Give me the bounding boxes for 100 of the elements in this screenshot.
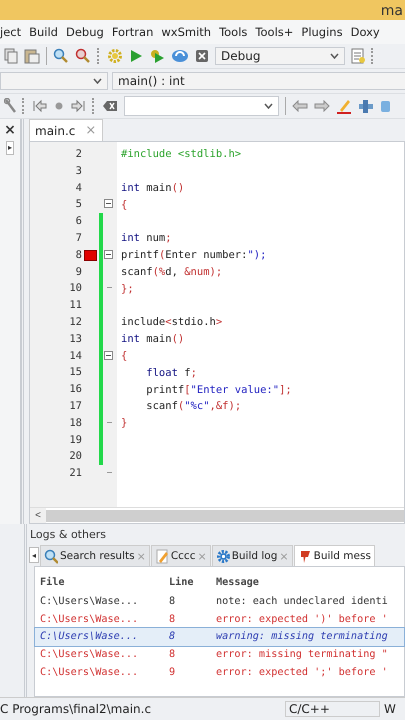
line-number: 6: [74, 214, 82, 230]
table-cell-text: C:\Users\Wase...: [39, 666, 140, 678]
scroll-left-button[interactable]: ◂: [29, 547, 39, 563]
caret-icon: [330, 53, 339, 59]
gear-icon: [216, 548, 230, 564]
line-number: 15: [68, 365, 82, 380]
code-line: include<stdio.h>: [120, 316, 222, 328]
build-target-dropdown[interactable]: Debug: [215, 47, 345, 65]
caret-icon: [93, 78, 102, 84]
build-run-icon[interactable]: [149, 48, 165, 64]
code-line: }: [120, 417, 128, 430]
line-number: 9: [74, 264, 82, 280]
table-cell-text: error: missing terminating ": [215, 649, 389, 660]
table-cell-text: C:\Users\Wase...: [39, 631, 140, 642]
menu-item[interactable]: Tools+: [255, 25, 294, 39]
panel-title: Logs & others: [29, 528, 107, 543]
scroll-left-button[interactable]: <: [30, 508, 46, 523]
column-header[interactable]: Line: [164, 576, 211, 588]
code-line: float f;: [145, 366, 197, 379]
expand-button[interactable]: ▸: [6, 141, 14, 155]
line-number: 14: [68, 348, 82, 364]
menu-item[interactable]: ject: [0, 25, 22, 39]
menu-item[interactable]: Debug: [66, 25, 104, 39]
code-line: printf["Enter value:"];: [145, 384, 292, 396]
abort-icon[interactable]: [195, 49, 209, 63]
jump-back-icon[interactable]: [32, 99, 48, 113]
line-number: 13: [68, 332, 82, 347]
code-line: {: [120, 350, 128, 362]
search-icon[interactable]: [53, 48, 69, 64]
paste-icon[interactable]: [24, 48, 40, 64]
table-cell-text: 8: [168, 596, 176, 608]
file-tab[interactable]: main.c ×: [29, 119, 104, 141]
line-number: 4: [74, 180, 82, 196]
close-button[interactable]: ×: [4, 123, 16, 137]
log-tab[interactable]: Build mess: [294, 545, 375, 566]
table-cell-text: error: expected ';' before ': [215, 666, 389, 678]
function-dropdown[interactable]: main() : int: [112, 72, 405, 90]
line-number: 18: [68, 416, 82, 431]
rebuild-icon[interactable]: [171, 48, 189, 64]
menu-item[interactable]: Doxy: [350, 25, 380, 39]
menu-item[interactable]: Build: [29, 25, 58, 39]
search-icon: [44, 548, 58, 564]
log-tab[interactable]: Search results ×: [40, 545, 150, 566]
line-number: 17: [68, 398, 82, 414]
collapse-icon[interactable]: [104, 199, 113, 208]
dot-icon[interactable]: [54, 101, 64, 111]
document-icon[interactable]: [351, 48, 365, 64]
copy-icon[interactable]: [4, 48, 18, 64]
table-cell-text: warning: missing terminating: [215, 631, 389, 642]
forward-arrow-icon[interactable]: [314, 100, 330, 112]
language-indicator: C/C++: [285, 701, 380, 717]
line-number: 3: [74, 164, 82, 179]
table-cell-text: 8: [168, 649, 176, 660]
log-tab[interactable]: Cccc ×: [150, 545, 211, 566]
table-cell-text: C:\Users\Wase...: [39, 596, 140, 608]
code-line: scanf("%c",&f);: [145, 400, 242, 412]
line-number: 7: [74, 230, 82, 246]
line-number: 21: [68, 466, 82, 482]
code-line: scanf(%d, &num);: [120, 266, 222, 278]
run-icon[interactable]: [129, 48, 143, 64]
back-arrow-icon[interactable]: [292, 100, 308, 112]
log-tab[interactable]: Build log ×: [212, 545, 293, 566]
column-header[interactable]: Message: [211, 576, 405, 588]
code-line: };: [120, 282, 134, 295]
code-line: #include <stdlib.h>: [120, 148, 242, 160]
code-line: int main(): [120, 333, 184, 346]
window-title: ma: [380, 2, 404, 20]
plug-icon[interactable]: [358, 98, 374, 114]
menu-item[interactable]: wxSmith: [161, 25, 212, 39]
line-number: 20: [68, 449, 82, 464]
column-header[interactable]: File: [35, 576, 164, 588]
line-number: 10: [68, 281, 82, 296]
line-number: 12: [68, 314, 82, 330]
table-cell-text: note: each undeclared identi: [215, 596, 389, 608]
collapse-icon[interactable]: [104, 250, 113, 259]
collapse-icon[interactable]: [104, 350, 113, 360]
table-cell-text: C:\Users\Wase...: [39, 614, 140, 625]
highlight-icon[interactable]: [336, 98, 352, 114]
wrench-icon[interactable]: [4, 98, 16, 114]
code-line: int main(): [120, 182, 184, 194]
table-cell-text: 9: [168, 666, 176, 678]
table-cell-text: 8: [168, 614, 176, 625]
code-line: {: [120, 198, 128, 211]
horizontal-scrollbar[interactable]: [46, 510, 404, 522]
replace-icon[interactable]: [75, 48, 91, 64]
line-number: 2: [74, 147, 82, 162]
table-cell-text: error: expected ')' before ': [215, 614, 389, 625]
selected-row[interactable]: C:\Users\Wase... 8 warning: missing terminating: [35, 628, 404, 646]
line-number: 11: [68, 298, 82, 314]
code-line: int num;: [120, 232, 172, 244]
line-number: 5: [74, 197, 82, 212]
menu-item[interactable]: Tools: [219, 25, 248, 39]
table-cell-text: C:\Users\Wase...: [39, 649, 140, 660]
clear-icon[interactable]: [102, 99, 118, 113]
menu-item[interactable]: Plugins: [301, 25, 343, 39]
line-number: 8: [74, 248, 82, 263]
line-number: 16: [68, 382, 82, 398]
jump-forward-icon[interactable]: [70, 99, 86, 113]
table-cell-text: 8: [168, 631, 176, 642]
menu-item[interactable]: Fortran: [112, 25, 154, 39]
